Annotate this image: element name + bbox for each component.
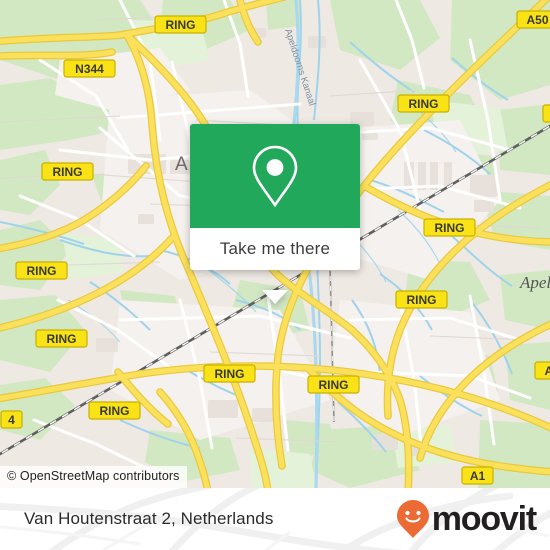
address-text: Van Houtenstraat 2, Netherlands [24,509,274,528]
moovit-location-card: A Apeld Apeldoorns Kanaal RINGN344A50RIN… [0,0,550,550]
moovit-wordmark: moovit [431,500,537,538]
popup-pointer [262,290,288,304]
map-place-label-right: Apeld [519,273,550,292]
location-popup[interactable]: Take me there [190,124,360,304]
popup-image-panel [190,124,360,228]
map-place-label-left: A [175,154,188,175]
moovit-logo[interactable]: moovit [396,499,537,539]
take-me-there-button[interactable]: Take me there [190,228,360,270]
map-pin-icon [252,145,298,208]
footer-bar: Van Houtenstraat 2, Netherlands moovit [0,488,550,550]
osm-attribution[interactable]: © OpenStreetMap contributors [0,466,187,488]
moovit-pin-icon [396,500,429,538]
take-me-there-label: Take me there [219,239,331,258]
